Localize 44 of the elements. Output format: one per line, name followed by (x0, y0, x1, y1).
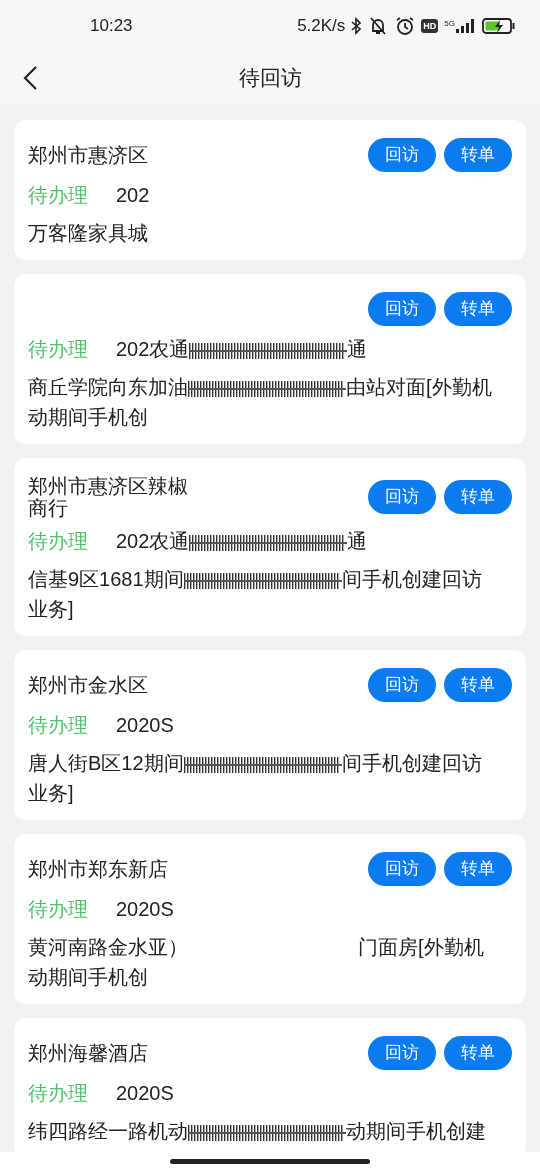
status-label: 待办理 (28, 897, 88, 922)
battery-icon (482, 17, 516, 35)
transfer-button[interactable]: 转单 (444, 668, 512, 702)
address-text: 唐人街B区12期间 间手机创建回访业务] (28, 751, 483, 806)
network-type: 5G (444, 19, 455, 29)
card-title: 郑州市金水区 (28, 674, 148, 696)
revisit-button[interactable]: 回访 (368, 1036, 436, 1070)
address-text: 纬四路经一路机动 动期间手机创建 (28, 1119, 487, 1145)
status-time: 10:23 (90, 15, 133, 38)
hd-badge: HD (421, 19, 439, 33)
revisit-button[interactable]: 回访 (368, 480, 436, 514)
order-number: 2020S (116, 1081, 174, 1106)
revisit-button[interactable]: 回访 (368, 668, 436, 702)
transfer-button[interactable]: 转单 (444, 852, 512, 886)
address-text: 信基9区1681期间 间手机创建回访业务] (28, 567, 483, 622)
transfer-button[interactable]: 转单 (444, 1036, 512, 1070)
order-number: 2020S (116, 897, 174, 922)
card-title: 郑州市惠济区 (28, 144, 148, 166)
revisit-button[interactable]: 回访 (368, 292, 436, 326)
transfer-button[interactable]: 转单 (444, 292, 512, 326)
card-title: 郑州市惠济区辣椒商行 (28, 475, 189, 519)
order-number: 2020S (116, 713, 174, 738)
address-text: 万客隆家具城 (28, 221, 149, 246)
order-number: 202农通 通 (116, 529, 368, 555)
card-title: 郑州海馨酒店 (28, 1042, 148, 1064)
revisit-button[interactable]: 回访 (368, 138, 436, 172)
status-label: 待办理 (28, 183, 88, 208)
bluetooth-icon (351, 17, 362, 35)
revisit-button[interactable]: 回访 (368, 852, 436, 886)
signal-icon (456, 19, 476, 33)
card-title: 郑州市郑东新店 (28, 858, 168, 880)
transfer-button[interactable]: 转单 (444, 480, 512, 514)
transfer-button[interactable]: 转单 (444, 138, 512, 172)
alarm-icon (395, 16, 416, 36)
status-label: 待办理 (28, 529, 88, 554)
page-title: 待回访 (238, 65, 302, 92)
address-text: 商丘学院向东加油 由站对面[外勤机动期间手机创 (28, 375, 493, 430)
network-speed: 5.2K/s (297, 15, 346, 38)
address-text: 黄河南路金水亚） 门面房[外勤机动期间手机创 (28, 935, 485, 990)
status-label: 待办理 (28, 337, 88, 362)
order-number: 202 (116, 183, 150, 208)
status-label: 待办理 (28, 713, 88, 738)
order-number: 202农通 通 (116, 337, 368, 363)
status-label: 待办理 (28, 1081, 88, 1106)
